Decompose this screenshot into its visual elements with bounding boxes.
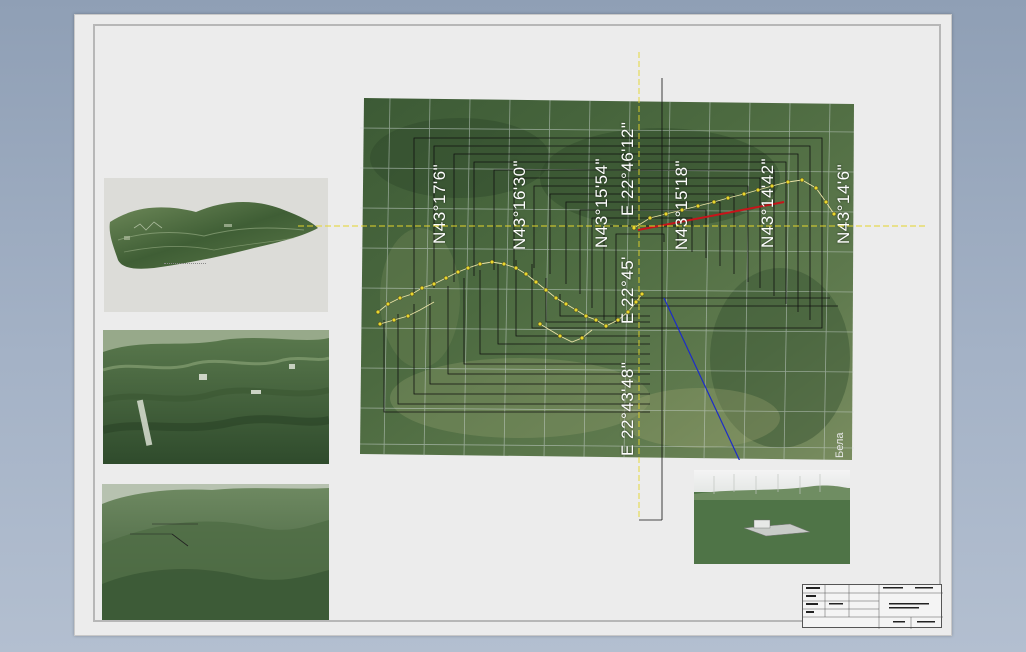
substation-detail-view[interactable]	[694, 470, 850, 564]
crosshair-guides	[298, 52, 928, 521]
title-block	[802, 584, 943, 629]
